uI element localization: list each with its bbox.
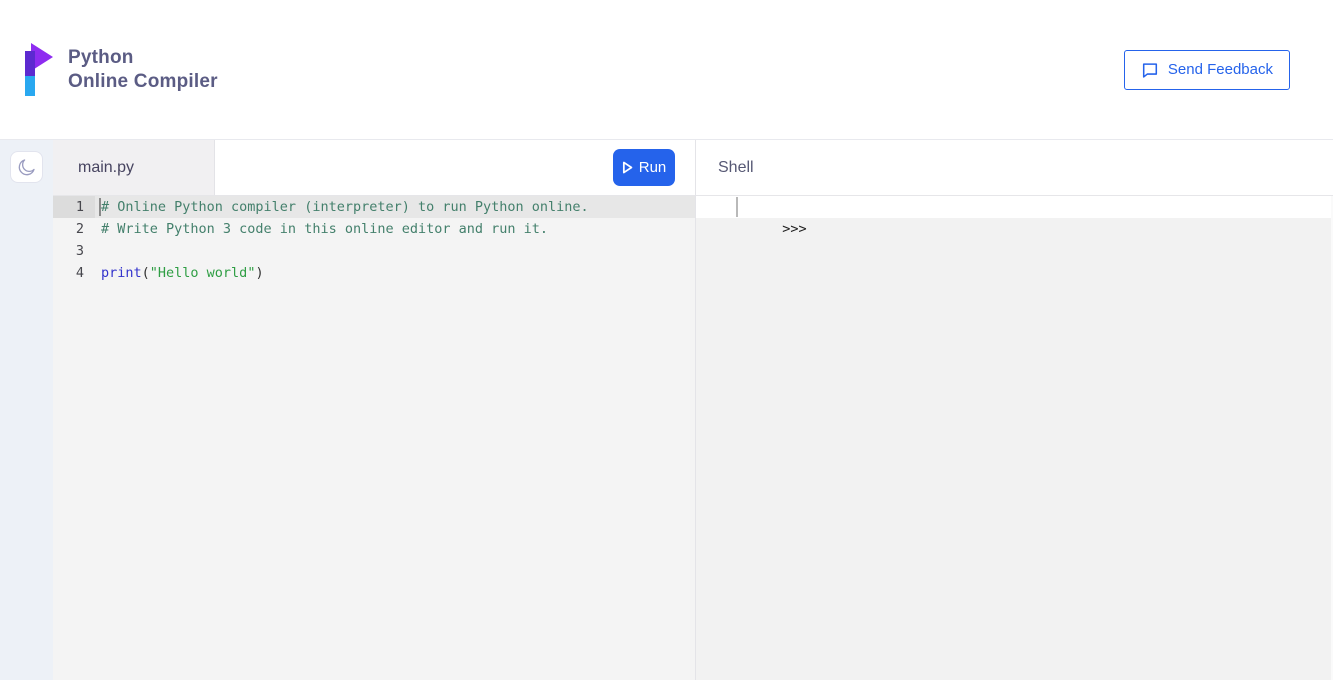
line-number: 3 xyxy=(53,240,95,262)
code-text: # Online Python compiler (interpreter) t… xyxy=(95,196,695,218)
chat-bubble-icon xyxy=(1141,61,1159,79)
code-area[interactable]: 1# Online Python compiler (interpreter) … xyxy=(53,196,695,680)
line-number: 2 xyxy=(53,218,95,240)
sidebar xyxy=(0,140,53,680)
logo-title-line2: Online Compiler xyxy=(68,70,218,94)
logo-title: Python Online Compiler xyxy=(68,46,218,94)
code-line[interactable]: 3 xyxy=(53,240,695,262)
shell-output[interactable]: >>> xyxy=(696,196,1333,680)
app-root: Python Online Compiler Send Feedback mai… xyxy=(0,0,1333,680)
shell-prompt: >>> xyxy=(782,221,806,237)
logo-title-line1: Python xyxy=(68,46,218,70)
header: Python Online Compiler Send Feedback xyxy=(0,0,1333,140)
editor-toolbar: main.py Run xyxy=(53,140,695,196)
tab-main-py[interactable]: main.py xyxy=(53,140,215,195)
app-logo[interactable]: Python Online Compiler xyxy=(25,43,218,97)
code-line[interactable]: 1# Online Python compiler (interpreter) … xyxy=(53,196,695,218)
toolbar-spacer xyxy=(215,140,613,195)
file-tab-label: main.py xyxy=(78,159,134,177)
workspace: main.py Run 1# Online Python compiler (i… xyxy=(0,140,1333,680)
shell-prompt-line: >>> xyxy=(696,196,1331,218)
code-line[interactable]: 4print("Hello world") xyxy=(53,262,695,284)
run-button[interactable]: Run xyxy=(613,149,675,186)
code-text xyxy=(95,240,695,262)
shell-panel: Shell >>> xyxy=(695,140,1333,680)
theme-toggle-button[interactable] xyxy=(10,151,43,183)
code-text: # Write Python 3 code in this online edi… xyxy=(95,218,695,240)
line-number: 1 xyxy=(53,196,95,218)
line-number: 4 xyxy=(53,262,95,284)
play-icon xyxy=(622,161,633,174)
code-line[interactable]: 2# Write Python 3 code in this online ed… xyxy=(53,218,695,240)
shell-cursor xyxy=(736,197,738,217)
run-button-label: Run xyxy=(639,159,667,176)
send-feedback-button[interactable]: Send Feedback xyxy=(1124,50,1290,90)
code-text: print("Hello world") xyxy=(95,262,695,284)
editor-panel: main.py Run 1# Online Python compiler (i… xyxy=(53,140,695,680)
text-cursor xyxy=(99,198,101,216)
python-compiler-logo-icon xyxy=(25,43,55,97)
shell-tab-label: Shell xyxy=(718,159,754,177)
send-feedback-label: Send Feedback xyxy=(1168,61,1273,78)
moon-icon xyxy=(17,157,37,177)
shell-toolbar: Shell xyxy=(696,140,1333,196)
